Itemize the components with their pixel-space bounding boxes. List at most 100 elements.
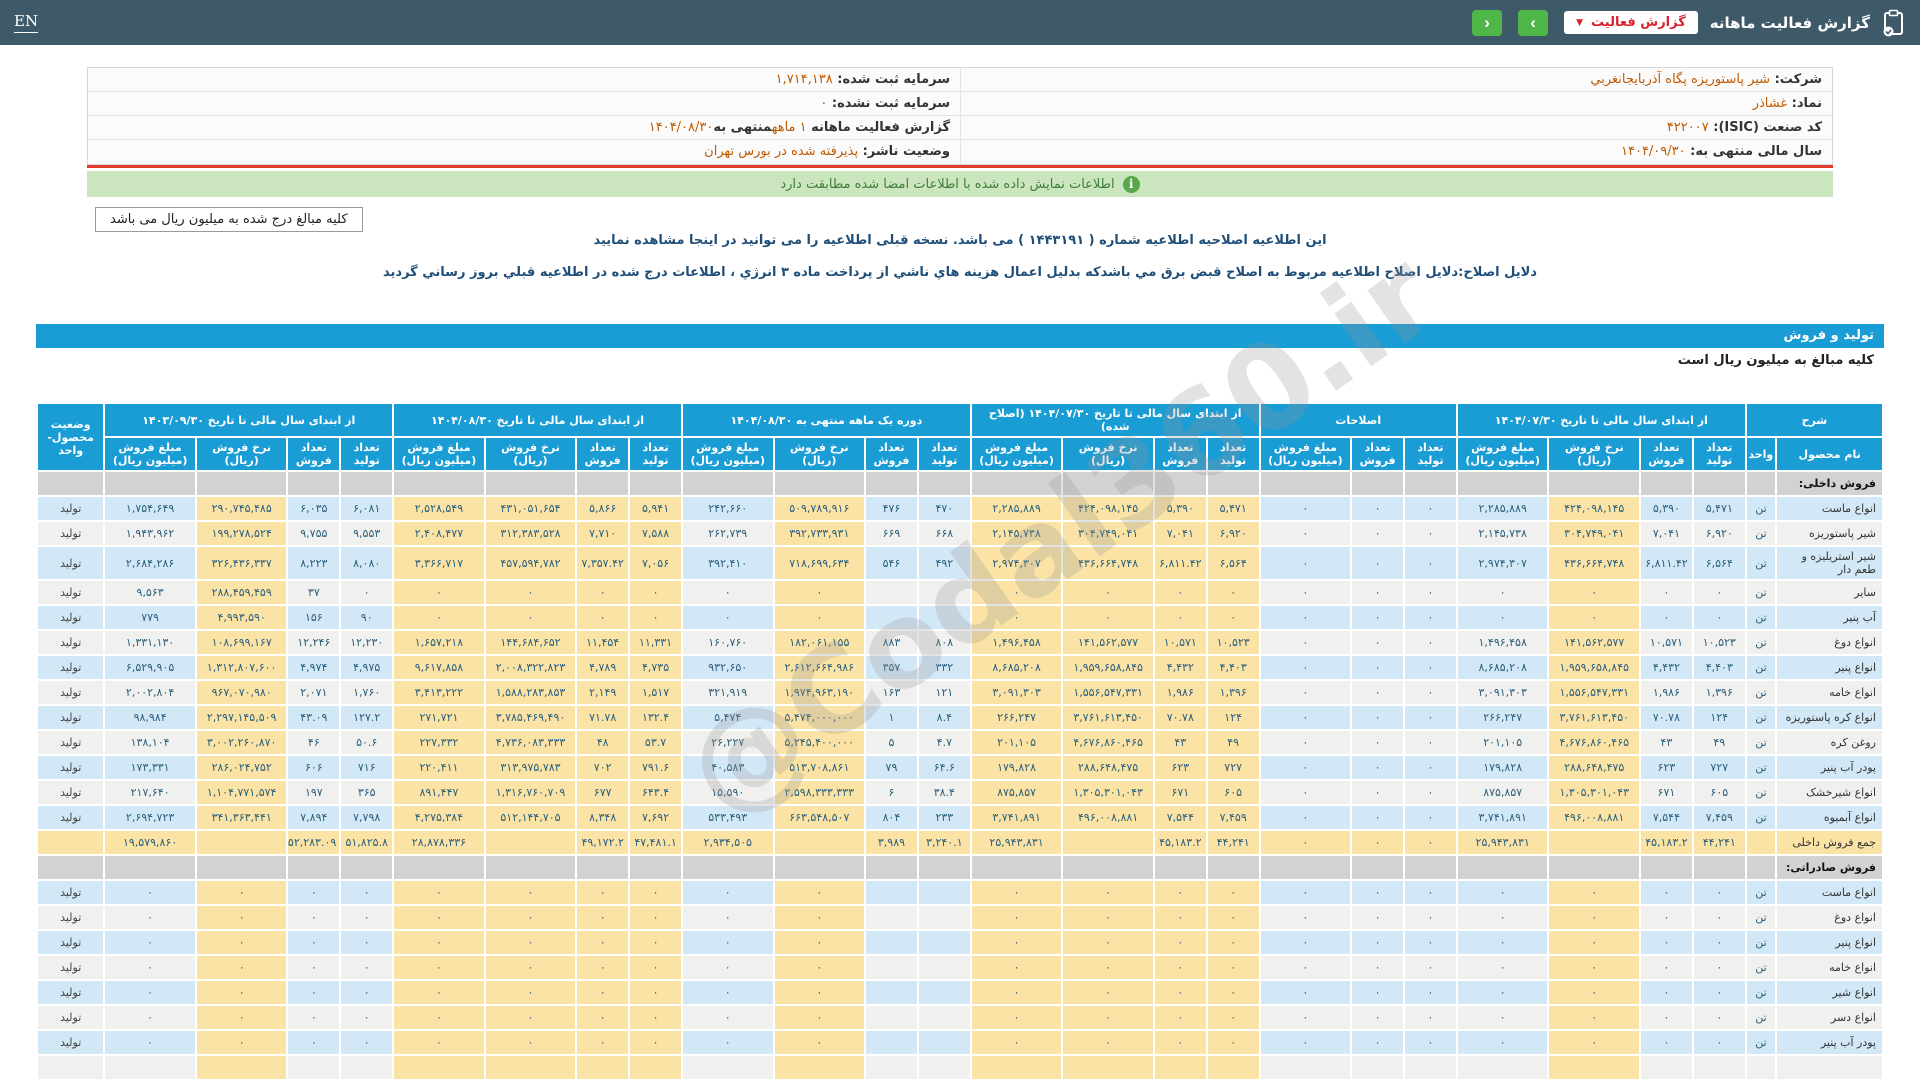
value-cell: ۱,۵۸۸,۲۸۳,۸۵۳ xyxy=(483,679,578,706)
report-type-dropdown[interactable]: گزارش فعالیت ▼ xyxy=(1564,11,1698,34)
table-row: انواع دوغ تن ۱۰,۵۲۳ ۱۰,۵۷۱ ۱۴۱,۵۶۲,۵۷۷ ۱,۴۹۶,… xyxy=(35,629,1884,656)
value-cell: ۰ xyxy=(483,954,578,981)
value-cell: ۱۰,۵۷۱ xyxy=(1638,629,1694,656)
value-cell xyxy=(483,1054,578,1080)
value-cell xyxy=(1152,470,1208,497)
value-cell: ۰ xyxy=(1455,579,1550,606)
value-cell: ۰ xyxy=(1205,879,1261,906)
status-cell: تولید xyxy=(35,545,106,581)
value-cell: ۰ xyxy=(575,879,631,906)
value-cell xyxy=(194,1054,289,1080)
status-cell: تولید xyxy=(35,904,106,931)
header-subcol-5: مبلغ فروش (میلیون ریال) xyxy=(103,436,197,472)
value-cell xyxy=(1152,1054,1208,1080)
value-cell: ۵۳۳,۴۹۳ xyxy=(680,804,775,831)
value-cell: ۱۲۴ xyxy=(1691,704,1747,731)
value-cell: ۰ xyxy=(1350,495,1406,522)
value-cell: ۰ xyxy=(339,904,395,931)
topbar: گزارش فعالیت ماهانه گزارش فعالیت ▼ › ‹ E… xyxy=(0,0,1920,45)
value-cell: ۰ xyxy=(772,904,867,931)
value-cell: ۰ xyxy=(1403,879,1458,906)
unit-cell: تن xyxy=(1744,545,1778,581)
value-cell xyxy=(1638,470,1694,497)
unit-cell: تن xyxy=(1744,704,1778,731)
value-cell: ۰ xyxy=(1258,804,1353,831)
value-cell: ۰ xyxy=(1205,929,1261,956)
status-cell: تولید xyxy=(35,729,106,756)
value-cell: ۵,۸۶۶ xyxy=(575,495,631,522)
value-cell xyxy=(864,1004,919,1031)
value-cell: ۲,۹۷۴,۳۰۷ xyxy=(1455,545,1550,581)
value-cell: ۶۴.۶ xyxy=(916,754,972,781)
value-cell: ۰ xyxy=(339,1004,395,1031)
section-label: فروش داخلی: xyxy=(1775,470,1884,497)
value-cell: ۲۶۶,۲۴۷ xyxy=(969,704,1064,731)
value-cell: ۰ xyxy=(1403,979,1458,1006)
product-name-cell: انواع ماست xyxy=(1775,879,1884,906)
header-group-1: اصلاحات xyxy=(1258,402,1458,438)
value-cell: ۰ xyxy=(1258,879,1353,906)
value-cell: ۰ xyxy=(1152,1029,1208,1056)
value-cell: ۰ xyxy=(1403,604,1458,631)
value-cell: ۶۶۳,۵۴۸,۵۰۷ xyxy=(772,804,867,831)
value-cell: ۰ xyxy=(1258,929,1353,956)
header-subcol-0: تعداد فروش xyxy=(1638,436,1694,472)
value-cell: ۴,۴۰۳ xyxy=(1205,654,1261,681)
table-row: انواع کره پاستوریزه تن ۱۲۴ ۷۰.۷۸ ۳,۷۶۱,۶۱۳,۴… xyxy=(35,704,1884,731)
value-cell: ۱,۳۰۵,۳۰۱,۰۴۳ xyxy=(1547,779,1641,806)
value-cell: ۴۷۰ xyxy=(916,495,972,522)
value-cell: ۷,۵۴۴ xyxy=(1638,804,1694,831)
value-cell: ۰ xyxy=(772,929,867,956)
value-cell: ۰ xyxy=(1403,629,1458,656)
value-cell: ۰ xyxy=(772,979,867,1006)
company-info-cell: گزارش فعالیت ماهانه ۱ ماههمنتهی به۱۴۰۴/۰… xyxy=(88,116,960,140)
value-cell xyxy=(1061,470,1155,497)
value-cell: ۰ xyxy=(1205,579,1261,606)
value-cell xyxy=(864,929,919,956)
value-cell xyxy=(916,470,972,497)
value-cell: ۲,۰۰۸,۳۲۲,۸۲۳ xyxy=(483,654,578,681)
value-cell: ۵,۴۷۱ xyxy=(1691,495,1747,522)
value-cell: ۳,۰۰۲,۲۶۰,۸۷۰ xyxy=(194,729,289,756)
value-cell: ۰ xyxy=(1061,879,1155,906)
prev-report-button[interactable]: ‹ xyxy=(1472,9,1503,36)
header-unit: واحد xyxy=(1744,436,1778,472)
product-name-cell: سایر xyxy=(1775,579,1884,606)
value-cell: ۰ xyxy=(1403,954,1458,981)
value-cell: ۰ xyxy=(1455,929,1550,956)
value-cell: ۰ xyxy=(575,904,631,931)
value-cell: ۴۸ xyxy=(575,729,631,756)
value-cell xyxy=(1350,854,1406,881)
value-cell: ۰ xyxy=(483,579,578,606)
value-cell: ۰ xyxy=(772,879,867,906)
value-cell xyxy=(483,470,578,497)
value-cell: ۰ xyxy=(483,979,578,1006)
status-cell xyxy=(35,1054,106,1080)
value-cell: ۰ xyxy=(1547,929,1641,956)
value-cell: ۰ xyxy=(1205,604,1261,631)
value-cell: ۱۵,۵۹۰ xyxy=(680,779,775,806)
value-cell xyxy=(103,470,197,497)
value-cell: ۰ xyxy=(1547,1029,1641,1056)
header-subcol-5: تعداد فروش xyxy=(286,436,342,472)
value-cell: ۴۴,۲۴۱ xyxy=(1691,829,1747,856)
value-cell xyxy=(969,470,1064,497)
amendment-reason: دلایل اصلاح:دلایل اصلاح اطلاعیه مربوط به… xyxy=(383,265,1537,280)
value-cell xyxy=(864,1029,919,1056)
value-cell: ۰ xyxy=(1061,604,1155,631)
unit-cell: تن xyxy=(1744,929,1778,956)
value-cell: ۲۰۱,۱۰۵ xyxy=(1455,729,1550,756)
header-group-3: دوره یک ماهه منتهی به ۱۴۰۴/۰۸/۳۰ xyxy=(680,402,972,438)
language-toggle-en[interactable]: EN xyxy=(14,12,39,33)
value-cell: ۰ xyxy=(575,579,631,606)
value-cell: ۲,۰۰۲,۸۰۴ xyxy=(103,679,197,706)
value-cell: ۷۲۷ xyxy=(1205,754,1261,781)
product-name-cell: انواع پنیر xyxy=(1775,929,1884,956)
value-cell: ۵۱۲,۱۴۴,۷۰۵ xyxy=(483,804,578,831)
value-cell: ۳۴۱,۳۶۳,۴۴۱ xyxy=(194,804,289,831)
value-cell xyxy=(916,954,972,981)
table-row: پودر آب پنیر تن ۷۲۷ ۶۲۳ ۲۸۸,۶۴۸,۴۷۵ ۱۷۹,۸۲۸ ۰ ۰… xyxy=(35,754,1884,781)
next-report-button[interactable]: › xyxy=(1518,9,1549,36)
value-cell: ۰ xyxy=(1403,929,1458,956)
value-cell: ۰ xyxy=(483,1004,578,1031)
